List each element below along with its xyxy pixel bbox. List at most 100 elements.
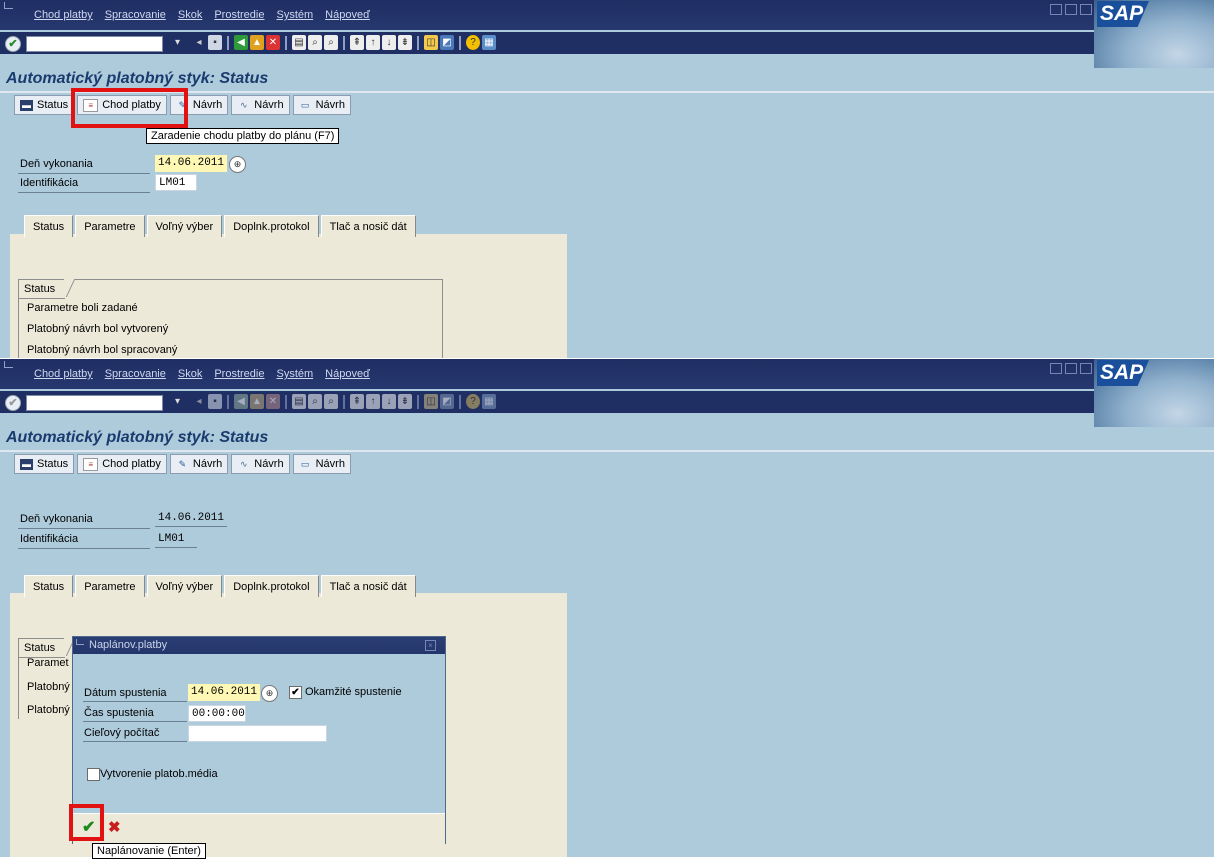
enter-icon[interactable]: ✔ (5, 36, 21, 52)
status-line: Platobný návrh bol vytvorený (27, 323, 169, 335)
start-time-label: Čas spustenia (84, 707, 154, 719)
status-line: Paramet (27, 657, 69, 669)
layout-menu-icon[interactable]: ▦ (482, 394, 496, 409)
run-date-field[interactable]: 14.06.2011 (155, 155, 227, 172)
last-page-icon[interactable]: ⇟ (398, 35, 412, 50)
next-page-icon[interactable]: ↓ (382, 394, 396, 409)
cancel-icon[interactable]: ✕ (266, 35, 280, 50)
back-icon[interactable]: ◀ (234, 394, 248, 409)
first-page-icon[interactable]: ⇞ (350, 394, 364, 409)
command-field[interactable] (26, 36, 163, 52)
first-page-icon[interactable]: ⇞ (350, 35, 364, 50)
chod-platby-button[interactable]: ≡ Chod platby (77, 454, 167, 474)
menu-prostredie[interactable]: Prostredie (214, 368, 264, 380)
maximize-icon[interactable] (1065, 4, 1077, 15)
tab-tlac[interactable]: Tlač a nosič dát (320, 215, 416, 237)
id-field[interactable]: LM01 (155, 174, 197, 191)
status-button[interactable]: ▬ Status (14, 95, 75, 115)
last-page-icon[interactable]: ⇟ (398, 394, 412, 409)
prev-icon[interactable]: ◂ (192, 35, 206, 50)
print-icon[interactable]: ▤ (292, 35, 306, 50)
menu-napoveda[interactable]: Nápoveď (325, 368, 370, 380)
print-icon[interactable]: ▤ (292, 394, 306, 409)
shortcut-icon[interactable]: ◩ (440, 394, 454, 409)
save-icon[interactable]: ▪ (208, 394, 222, 409)
navrh-edit-button[interactable]: ✎ Návrh (169, 454, 229, 474)
tab-volny-vyber[interactable]: Voľný výber (146, 575, 223, 597)
sap-logo: SAP (1094, 0, 1214, 68)
find-icon[interactable]: ⌕ (308, 35, 322, 50)
close-icon[interactable] (1080, 4, 1092, 15)
tab-tlac[interactable]: Tlač a nosič dát (320, 575, 416, 597)
navrh-display-button[interactable]: ∿ Návrh (231, 454, 290, 474)
calendar-icon[interactable]: ⊕ (229, 156, 246, 173)
menu-skok[interactable]: Skok (178, 368, 202, 380)
navrh-process-button[interactable]: ▭ Návrh (292, 95, 351, 115)
screen-title: Automatický platobný styk: Status (6, 429, 269, 446)
start-time-field[interactable]: 00:00:00 (188, 705, 246, 722)
window-menu-icon[interactable] (4, 2, 13, 9)
help-icon[interactable]: ? (466, 394, 480, 409)
calendar-icon[interactable]: ⊕ (261, 685, 278, 702)
menu-system[interactable]: Systém (276, 9, 313, 21)
maximize-icon[interactable] (1065, 363, 1077, 374)
exit-icon[interactable]: ▲ (250, 35, 264, 50)
menu-prostredie[interactable]: Prostredie (214, 9, 264, 21)
layout-menu-icon[interactable]: ▦ (482, 35, 496, 50)
payment-media-checkbox[interactable] (87, 768, 100, 781)
exit-icon[interactable]: ▲ (250, 394, 264, 409)
menu-system[interactable]: Systém (276, 368, 313, 380)
tab-status[interactable]: Status (24, 215, 74, 237)
command-history-icon[interactable]: ▾ (175, 395, 185, 409)
window-menu-icon[interactable] (4, 361, 13, 368)
find-icon[interactable]: ⌕ (308, 394, 322, 409)
close-icon[interactable]: × (425, 640, 436, 651)
prev-page-icon[interactable]: ↑ (366, 394, 380, 409)
menu-spracovanie[interactable]: Spracovanie (105, 368, 166, 380)
menu-napoveda[interactable]: Nápoveď (325, 9, 370, 21)
immediate-start-checkbox[interactable]: ✔ (289, 686, 302, 699)
menu-chod-platby[interactable]: Chod platby (34, 9, 93, 21)
new-session-icon[interactable]: ◫ (424, 394, 438, 409)
tab-doplnk-protokol[interactable]: Doplnk.protokol (224, 215, 319, 237)
navrh-display-button[interactable]: ∿ Návrh (231, 95, 290, 115)
new-session-icon[interactable]: ◫ (424, 35, 438, 50)
menu-chod-platby[interactable]: Chod platby (34, 368, 93, 380)
prev-icon[interactable]: ◂ (192, 394, 206, 409)
start-date-field[interactable]: 14.06.2011 (188, 684, 260, 701)
next-page-icon[interactable]: ↓ (382, 35, 396, 50)
tab-doplnk-protokol[interactable]: Doplnk.protokol (224, 575, 319, 597)
back-icon[interactable]: ◀ (234, 35, 248, 50)
cancel-x-icon[interactable]: ✖ (108, 820, 121, 836)
dialog-title: Naplánov.platby (89, 639, 168, 651)
menu-spracovanie[interactable]: Spracovanie (105, 9, 166, 21)
tooltip: Zaradenie chodu platby do plánu (F7) (146, 128, 340, 144)
minimize-icon[interactable] (1050, 4, 1062, 15)
pencil-icon: ✎ (178, 458, 187, 469)
status-line: Parametre boli zadané (27, 302, 138, 314)
cancel-icon[interactable]: ✕ (266, 394, 280, 409)
menu-skok[interactable]: Skok (178, 9, 202, 21)
find-next-icon[interactable]: ⌕ (324, 394, 338, 409)
minimize-icon[interactable] (1050, 363, 1062, 374)
run-date-label: Deň vykonania (20, 513, 93, 525)
window-menu-icon[interactable] (76, 639, 84, 645)
command-field[interactable] (26, 395, 163, 411)
target-computer-field[interactable] (188, 725, 327, 742)
prev-page-icon[interactable]: ↑ (366, 35, 380, 50)
close-icon[interactable] (1080, 363, 1092, 374)
tab-status[interactable]: Status (24, 575, 74, 597)
system-toolbar: ✔ ▾ ◂ ▪ ◀ ▲ ✕ ▤ ⌕ ⌕ ⇞ ↑ ↓ ⇟ ◫ ◩ ? ▦ (0, 32, 1094, 54)
find-next-icon[interactable]: ⌕ (324, 35, 338, 50)
navrh-process-button[interactable]: ▭ Návrh (292, 454, 351, 474)
command-history-icon[interactable]: ▾ (175, 36, 185, 50)
tab-strip: Status Parametre Voľný výber Doplnk.prot… (24, 215, 418, 237)
tab-parametre[interactable]: Parametre (75, 575, 145, 597)
tab-volny-vyber[interactable]: Voľný výber (146, 215, 223, 237)
status-button[interactable]: ▬ Status (14, 454, 75, 474)
tab-parametre[interactable]: Parametre (75, 215, 145, 237)
shortcut-icon[interactable]: ◩ (440, 35, 454, 50)
enter-icon[interactable]: ✔ (5, 395, 21, 411)
save-icon[interactable]: ▪ (208, 35, 222, 50)
help-icon[interactable]: ? (466, 35, 480, 50)
